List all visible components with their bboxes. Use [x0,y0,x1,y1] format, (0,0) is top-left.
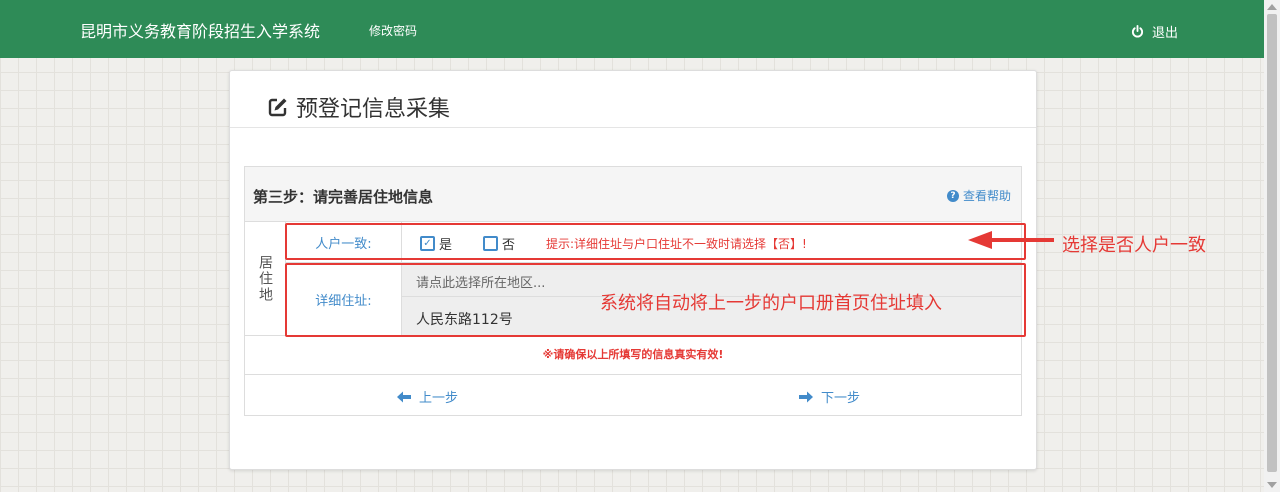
logout-button[interactable]: 退出 [1131,22,1178,41]
question-circle-icon: ? [946,189,959,202]
annotation-arrow-icon [968,231,1054,249]
step-title: 第三步：请完善居住地信息 [253,188,434,206]
help-label: 查看帮助 [962,189,1011,203]
next-step-button[interactable]: 下一步 [799,387,860,406]
annotation-box-household [285,223,1026,260]
prev-step-label: 上一步 [419,391,459,406]
change-password-link[interactable]: 修改密码 [369,22,417,39]
annotation-label-address: 系统将自动将上一步的户口册首页住址填入 [600,293,942,314]
help-link[interactable]: ? 查看帮助 [946,187,1011,204]
edit-icon [268,98,287,117]
card-divider [230,127,1036,128]
annotation-label-household: 选择是否人户一致 [1062,235,1206,256]
section-label: 居住地 [245,222,286,336]
section-label-text: 居住地 [257,254,273,303]
scroll-down-arrow-icon[interactable] [1267,482,1277,488]
app-title: 昆明市义务教育阶段招生入学系统 [80,22,321,41]
power-icon [1131,25,1144,38]
prev-step-button[interactable]: 上一步 [397,387,458,406]
logout-label: 退出 [1152,26,1179,41]
top-nav-bar: 昆明市义务教育阶段招生入学系统 修改密码 退出 [0,0,1264,58]
panel-header: 第三步：请完善居住地信息 ? 查看帮助 [245,167,1021,222]
arrow-left-icon [397,391,411,402]
next-step-label: 下一步 [821,391,861,406]
warning-text: ※请确保以上所填写的信息真实有效! [245,336,1021,375]
arrow-right-icon [799,391,813,402]
card-title: 预登记信息采集 [268,91,450,123]
vertical-scrollbar[interactable] [1264,0,1280,492]
scroll-thumb[interactable] [1267,14,1277,472]
card-title-text: 预登记信息采集 [296,97,451,122]
scroll-up-arrow-icon[interactable] [1267,4,1277,10]
